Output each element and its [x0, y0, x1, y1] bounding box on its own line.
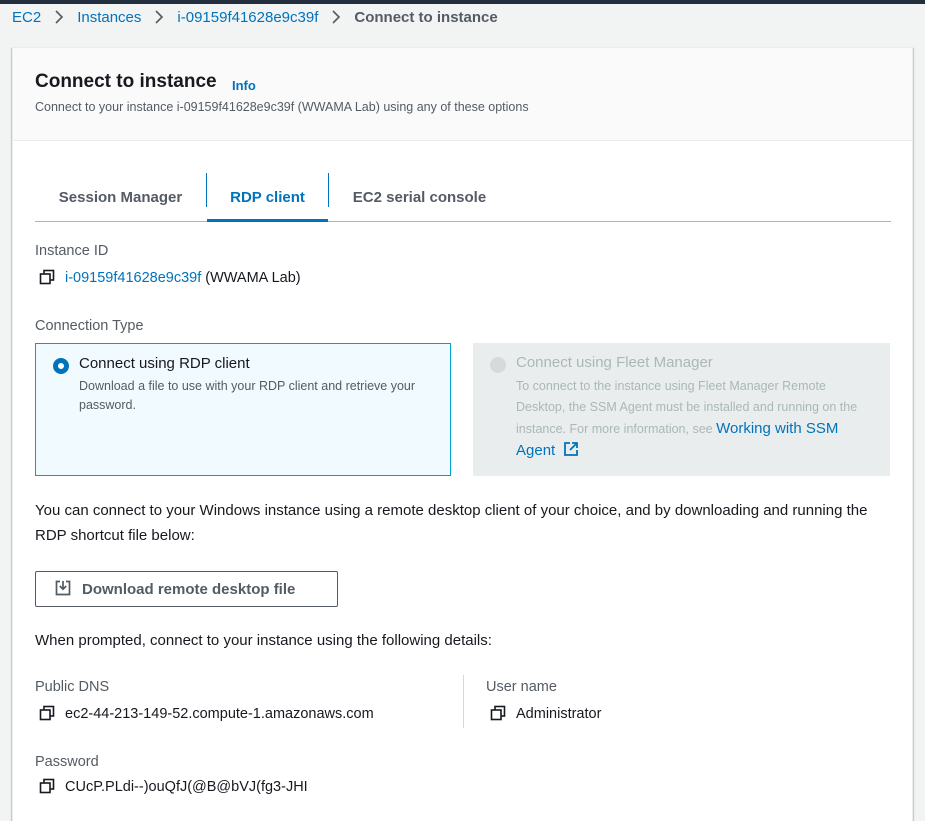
info-link[interactable]: Info [232, 78, 256, 93]
top-navigation-bar [0, 0, 925, 4]
breadcrumb-current: Connect to instance [354, 8, 498, 26]
option-fleet-manager: Connect using Fleet Manager To connect t… [473, 343, 890, 476]
chevron-right-icon [154, 10, 164, 24]
username-value: Administrator [516, 706, 602, 722]
copy-icon[interactable] [39, 778, 57, 796]
connection-tabs: Session Manager RDP client EC2 serial co… [35, 173, 891, 222]
intro-text: You can connect to your Windows instance… [35, 502, 868, 544]
breadcrumb-instances[interactable]: Instances [77, 9, 141, 26]
download-button-label: Download remote desktop file [82, 580, 296, 598]
tab-session-manager[interactable]: Session Manager [35, 173, 206, 221]
prompt-text: When prompted, connect to your instance … [35, 632, 492, 649]
panel-header: Connect to instance Info Connect to your… [13, 48, 912, 141]
chevron-right-icon [331, 10, 341, 24]
option-fleet-description: To connect to the instance using Fleet M… [516, 376, 866, 463]
tab-ec2-serial-console[interactable]: EC2 serial console [329, 173, 510, 221]
copy-icon[interactable] [39, 705, 57, 723]
radio-selected[interactable] [53, 358, 69, 374]
copy-icon[interactable] [39, 269, 57, 287]
copy-icon[interactable] [490, 705, 508, 723]
tab-rdp-client[interactable]: RDP client [207, 173, 328, 222]
option-fleet-title: Connect using Fleet Manager [516, 354, 713, 371]
option-rdp-client[interactable]: Connect using RDP client Download a file… [35, 343, 451, 476]
instance-id-label: Instance ID [35, 243, 109, 259]
breadcrumb-ec2[interactable]: EC2 [12, 9, 41, 26]
panel-description: Connect to your instance i-09159f41628e9… [35, 100, 529, 114]
public-dns-row: ec2-44-213-149-52.compute-1.amazonaws.co… [39, 705, 374, 723]
option-rdp-description: Download a file to use with your RDP cli… [79, 379, 416, 412]
column-divider [463, 675, 464, 728]
instance-name: (WWAMA Lab) [205, 270, 301, 286]
external-link-icon [563, 441, 579, 463]
username-row: Administrator [490, 705, 601, 723]
public-dns-label: Public DNS [35, 679, 110, 695]
public-dns-value: ec2-44-213-149-52.compute-1.amazonaws.co… [65, 706, 374, 722]
page-title: Connect to instance [35, 71, 217, 92]
password-row: CUcP.PLdi--)ouQfJ(@B@bVJ(fg3-JHI [39, 778, 308, 796]
instance-id-row: i-09159f41628e9c39f (WWAMA Lab) [39, 269, 301, 287]
password-label: Password [35, 754, 99, 770]
breadcrumb: EC2 Instances i-09159f41628e9c39f Connec… [12, 6, 498, 28]
username-label: User name [486, 679, 557, 695]
chevron-right-icon [54, 10, 64, 24]
radio-disabled [490, 357, 506, 373]
breadcrumb-instance-id[interactable]: i-09159f41628e9c39f [177, 9, 318, 26]
download-icon [55, 580, 73, 598]
connection-type-label: Connection Type [35, 318, 144, 334]
option-rdp-title: Connect using RDP client [79, 355, 250, 372]
download-remote-desktop-file-button[interactable]: Download remote desktop file [35, 571, 338, 607]
connect-panel: Connect to instance Info Connect to your… [12, 47, 913, 821]
password-value: CUcP.PLdi--)ouQfJ(@B@bVJ(fg3-JHI [65, 779, 308, 795]
instance-id-link[interactable]: i-09159f41628e9c39f [65, 270, 201, 286]
